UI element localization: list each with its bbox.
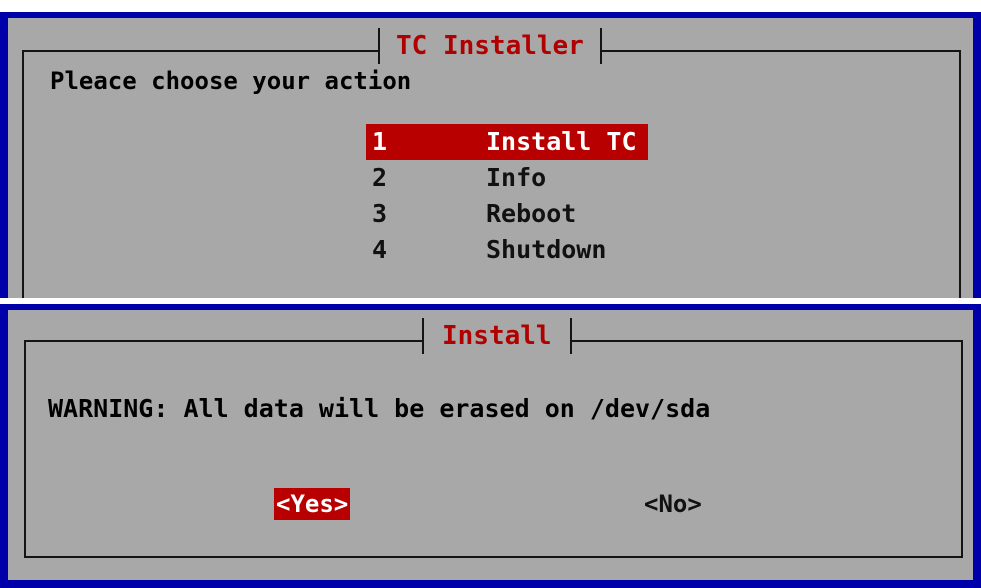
menu-item-shutdown[interactable]: 4 Shutdown xyxy=(366,232,648,268)
menu-item-number: 3 xyxy=(372,199,388,228)
install-confirm-dialog: Install WARNING: All data will be erased… xyxy=(0,304,981,588)
no-button[interactable]: <No> xyxy=(642,488,704,520)
installer-dialog-title: TC Installer xyxy=(378,28,602,64)
menu-item-label: Install TC xyxy=(486,127,637,156)
menu-item-number: 2 xyxy=(372,163,388,192)
installer-dialog: TC Installer Pleace choose your action 1… xyxy=(0,12,981,298)
yes-button[interactable]: <Yes> xyxy=(274,488,351,520)
menu-item-label: Shutdown xyxy=(486,235,607,264)
install-dialog-title: Install xyxy=(422,318,572,354)
action-prompt: Pleace choose your action xyxy=(50,67,412,95)
install-dialog-frame xyxy=(24,340,963,558)
screen: TC Installer Pleace choose your action 1… xyxy=(0,0,981,588)
menu-item-number: 4 xyxy=(372,235,388,264)
erase-warning-text: WARNING: All data will be erased on /dev… xyxy=(48,394,711,423)
menu-item-label: Reboot xyxy=(486,199,577,228)
action-menu: 1 Install TC 2 Info 3 Reboot 4 Shutdown xyxy=(366,124,648,268)
menu-item-reboot[interactable]: 3 Reboot xyxy=(366,196,648,232)
menu-item-label: Info xyxy=(486,163,547,192)
menu-item-info[interactable]: 2 Info xyxy=(366,160,648,196)
menu-item-install[interactable]: 1 Install TC xyxy=(366,124,648,160)
menu-item-number: 1 xyxy=(372,127,388,156)
